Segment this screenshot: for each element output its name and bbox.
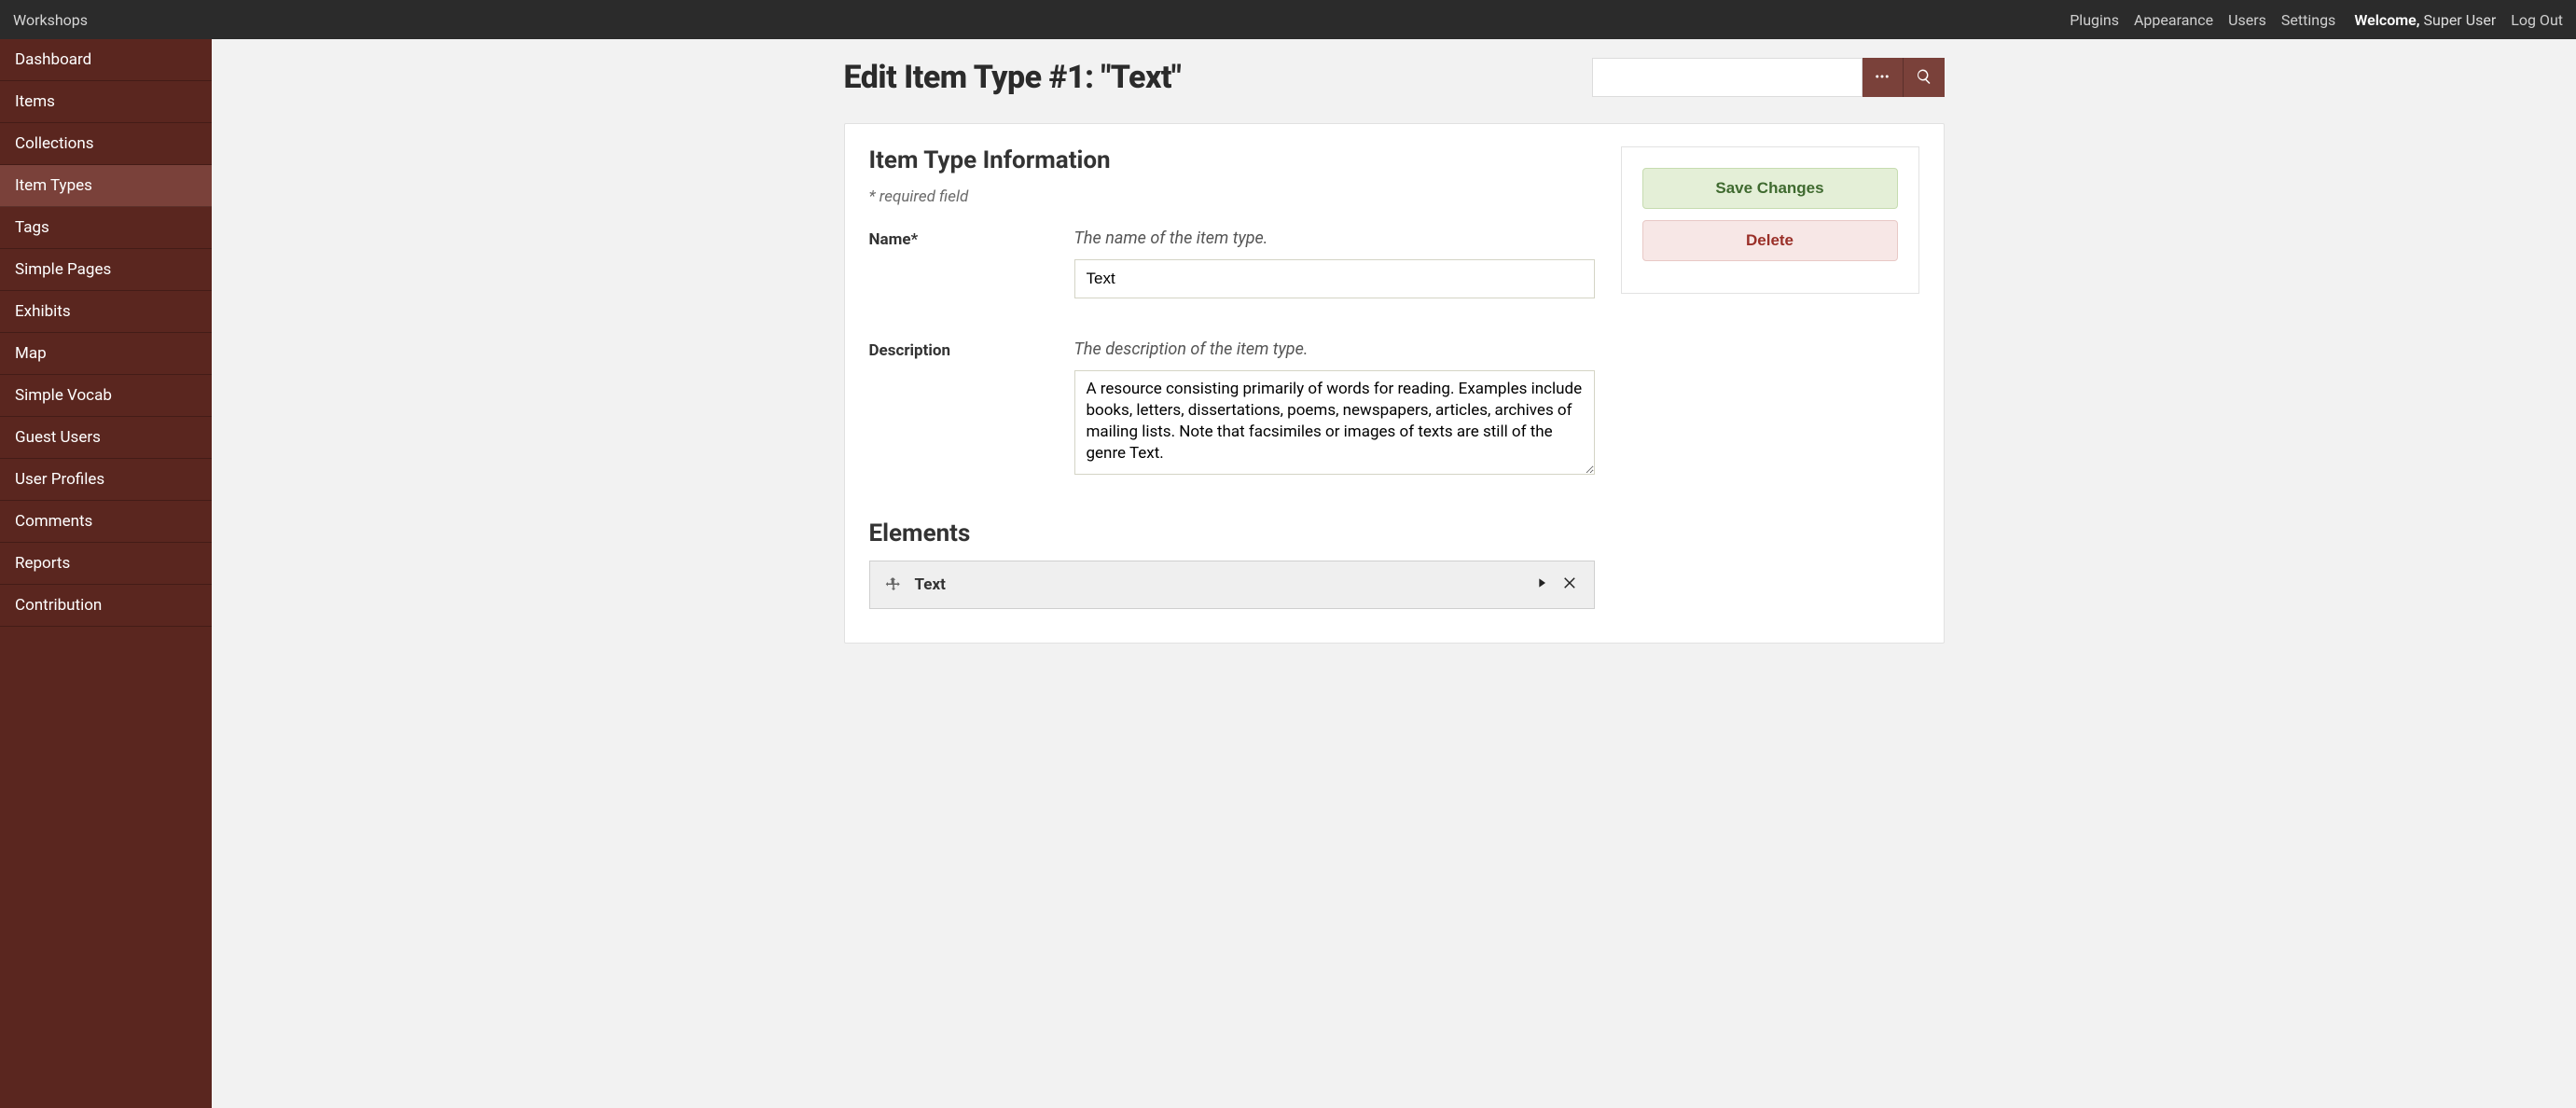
- field-description-hint: The description of the item type.: [1074, 339, 1595, 359]
- close-icon: [1562, 577, 1579, 595]
- topbar: Workshops Plugins Appearance Users Setti…: [0, 0, 2576, 39]
- name-input[interactable]: [1074, 259, 1595, 298]
- expand-element-button[interactable]: [1534, 575, 1549, 594]
- search-group: [1592, 58, 1945, 97]
- sidebar-item-collections[interactable]: Collections: [0, 123, 212, 165]
- element-name: Text: [915, 575, 1534, 594]
- field-name: Name* The name of the item type.: [869, 229, 1595, 298]
- topnav-plugins[interactable]: Plugins: [2070, 11, 2119, 29]
- search-submit-button[interactable]: [1904, 58, 1945, 97]
- sidebar: Dashboard Items Collections Item Types T…: [0, 39, 212, 1108]
- field-description-label: Description: [869, 339, 1056, 478]
- sidebar-item-reports[interactable]: Reports: [0, 543, 212, 585]
- remove-element-button[interactable]: [1562, 575, 1579, 595]
- sidebar-item-guest-users[interactable]: Guest Users: [0, 417, 212, 459]
- required-note: * required field: [869, 187, 1595, 206]
- description-textarea[interactable]: [1074, 370, 1595, 475]
- field-name-hint: The name of the item type.: [1074, 229, 1595, 248]
- topnav-users[interactable]: Users: [2228, 11, 2266, 29]
- section-heading: Item Type Information: [869, 146, 1595, 174]
- field-description: Description The description of the item …: [869, 339, 1595, 478]
- welcome-username[interactable]: Super User: [2424, 11, 2497, 29]
- sidebar-item-dashboard[interactable]: Dashboard: [0, 39, 212, 81]
- search-input[interactable]: [1592, 58, 1863, 97]
- save-button[interactable]: Save Changes: [1642, 168, 1898, 209]
- sidebar-item-simple-pages[interactable]: Simple Pages: [0, 249, 212, 291]
- page-title: Edit Item Type #1: "Text": [844, 59, 1182, 96]
- delete-button[interactable]: Delete: [1642, 220, 1898, 261]
- sidebar-item-simple-vocab[interactable]: Simple Vocab: [0, 375, 212, 417]
- sidebar-item-contribution[interactable]: Contribution: [0, 585, 212, 627]
- logout-link[interactable]: Log Out: [2511, 11, 2563, 29]
- topnav-appearance[interactable]: Appearance: [2134, 11, 2213, 29]
- elements-heading: Elements: [869, 519, 1595, 547]
- action-panel: Save Changes Delete: [1621, 146, 1919, 294]
- triangle-right-icon: [1534, 576, 1549, 594]
- welcome-text: Welcome, Super User: [2354, 11, 2496, 29]
- element-row: Text: [869, 561, 1595, 609]
- welcome-label: Welcome,: [2354, 11, 2419, 29]
- sidebar-item-user-profiles[interactable]: User Profiles: [0, 459, 212, 501]
- sidebar-item-map[interactable]: Map: [0, 333, 212, 375]
- field-name-label: Name*: [869, 229, 1056, 298]
- search-icon: [1916, 68, 1932, 88]
- search-advanced-button[interactable]: [1863, 58, 1904, 97]
- content-card: Item Type Information * required field N…: [844, 123, 1945, 644]
- main: Edit Item Type #1: "Text": [212, 39, 2576, 1108]
- sidebar-item-item-types[interactable]: Item Types: [0, 165, 212, 207]
- brand-title[interactable]: Workshops: [13, 11, 88, 29]
- sidebar-item-tags[interactable]: Tags: [0, 207, 212, 249]
- sidebar-item-comments[interactable]: Comments: [0, 501, 212, 543]
- drag-handle-icon[interactable]: [885, 576, 902, 593]
- sidebar-item-items[interactable]: Items: [0, 81, 212, 123]
- topnav-settings[interactable]: Settings: [2281, 11, 2335, 29]
- ellipsis-icon: [1874, 68, 1890, 88]
- sidebar-item-exhibits[interactable]: Exhibits: [0, 291, 212, 333]
